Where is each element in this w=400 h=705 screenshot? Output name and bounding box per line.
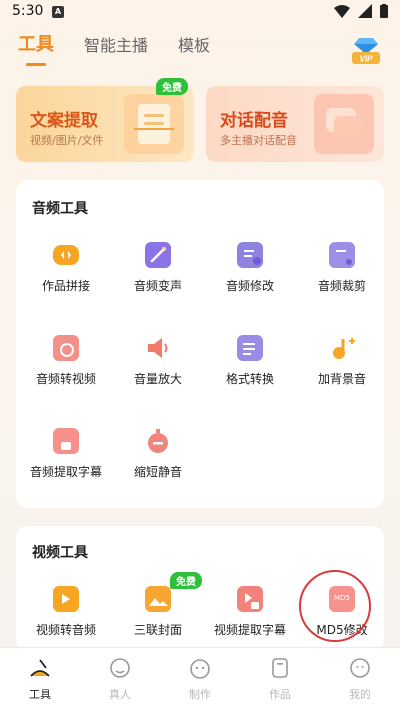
status-bar: 5:30 A xyxy=(0,0,400,24)
tool-video-subtitle[interactable]: 视频提取字幕 xyxy=(204,586,296,638)
nav-works[interactable]: 作品 xyxy=(240,648,320,705)
highlight-circle xyxy=(299,570,371,642)
free-badge: 免费 xyxy=(170,572,202,589)
person-face-icon xyxy=(110,658,130,678)
document-scan-icon xyxy=(124,94,184,154)
tool-shorten-silence[interactable]: 缩短静音 xyxy=(112,428,204,480)
magic-wand-icon xyxy=(145,242,171,268)
free-badge: 免费 xyxy=(156,78,188,95)
chat-bubble-icon xyxy=(314,94,374,154)
tool-format-convert[interactable]: 格式转换 xyxy=(204,335,296,387)
audio-subtitle-icon xyxy=(53,428,79,454)
vip-label: VIP xyxy=(360,55,374,64)
bottom-nav: 工具 真人 制作 作品 我的 xyxy=(0,647,400,705)
tool-audio-subtitle[interactable]: 音频提取字幕 xyxy=(20,428,112,480)
tool-volume-boost[interactable]: 音量放大 xyxy=(112,335,204,387)
tool-audio-cut[interactable]: 音频裁剪 xyxy=(296,242,388,294)
nav-tools[interactable]: 工具 xyxy=(0,648,80,705)
video-subtitle-icon xyxy=(237,586,263,612)
vip-button[interactable]: VIP xyxy=(350,36,382,66)
tool-voice-change[interactable]: 音频变声 xyxy=(112,242,204,294)
merge-icon xyxy=(53,245,79,265)
section-title: 音频工具 xyxy=(32,201,88,217)
tool-audio-to-video[interactable]: 音频转视频 xyxy=(20,335,112,387)
feature-subtitle: 视频/图片/文件 xyxy=(30,134,104,147)
notification-icon: A xyxy=(52,6,64,18)
top-tabs: 工具 智能主播 模板 xyxy=(18,30,210,66)
battery-icon xyxy=(380,4,388,18)
timer-icon xyxy=(145,428,171,454)
wifi-icon xyxy=(334,4,350,18)
feature-title: 文案提取 xyxy=(30,111,98,131)
tool-merge[interactable]: 作品拼接 xyxy=(20,242,112,294)
audio-cut-icon xyxy=(329,242,355,268)
tab-tools[interactable]: 工具 xyxy=(18,30,54,66)
works-icon xyxy=(272,658,288,678)
tab-smart-anchor[interactable]: 智能主播 xyxy=(84,32,148,56)
nav-create[interactable]: 制作 xyxy=(160,648,240,705)
nav-mine[interactable]: 我的 xyxy=(320,648,400,705)
tab-templates[interactable]: 模板 xyxy=(178,32,210,56)
feature-subtitle: 多主播对话配音 xyxy=(220,134,297,147)
tool-triple-cover[interactable]: 免费 三联封面 xyxy=(112,572,204,638)
audio-edit-icon xyxy=(237,242,263,268)
speaker-icon xyxy=(145,335,171,361)
section-title: 视频工具 xyxy=(32,545,88,561)
feature-card-dialog-dubbing[interactable]: 对话配音 多主播对话配音 xyxy=(206,86,384,162)
cover-icon xyxy=(145,586,171,612)
status-time: 5:30 xyxy=(12,3,44,19)
video-to-audio-icon xyxy=(53,586,79,612)
music-note-icon xyxy=(329,335,355,361)
tool-add-bgm[interactable]: 加背景音 xyxy=(296,335,388,387)
format-convert-icon xyxy=(237,335,263,361)
vip-diamond-icon: VIP xyxy=(352,38,380,64)
audio-tools-panel: 音频工具 作品拼接 音频变声 音频修改 音频裁剪 音频转视频 音量放大 格式转换… xyxy=(16,180,384,508)
create-face-icon xyxy=(190,659,210,679)
nav-real-person[interactable]: 真人 xyxy=(80,648,160,705)
status-icons xyxy=(334,4,388,18)
feature-card-text-extract[interactable]: 文案提取 视频/图片/文件 免费 xyxy=(16,78,194,162)
feature-title: 对话配音 xyxy=(220,111,288,131)
tool-audio-edit[interactable]: 音频修改 xyxy=(204,242,296,294)
audio-to-video-icon xyxy=(53,335,79,361)
tools-icon xyxy=(30,659,50,677)
tool-video-to-audio[interactable]: 视频转音频 xyxy=(20,586,112,638)
signal-icon xyxy=(358,4,372,18)
profile-face-icon xyxy=(350,658,370,678)
